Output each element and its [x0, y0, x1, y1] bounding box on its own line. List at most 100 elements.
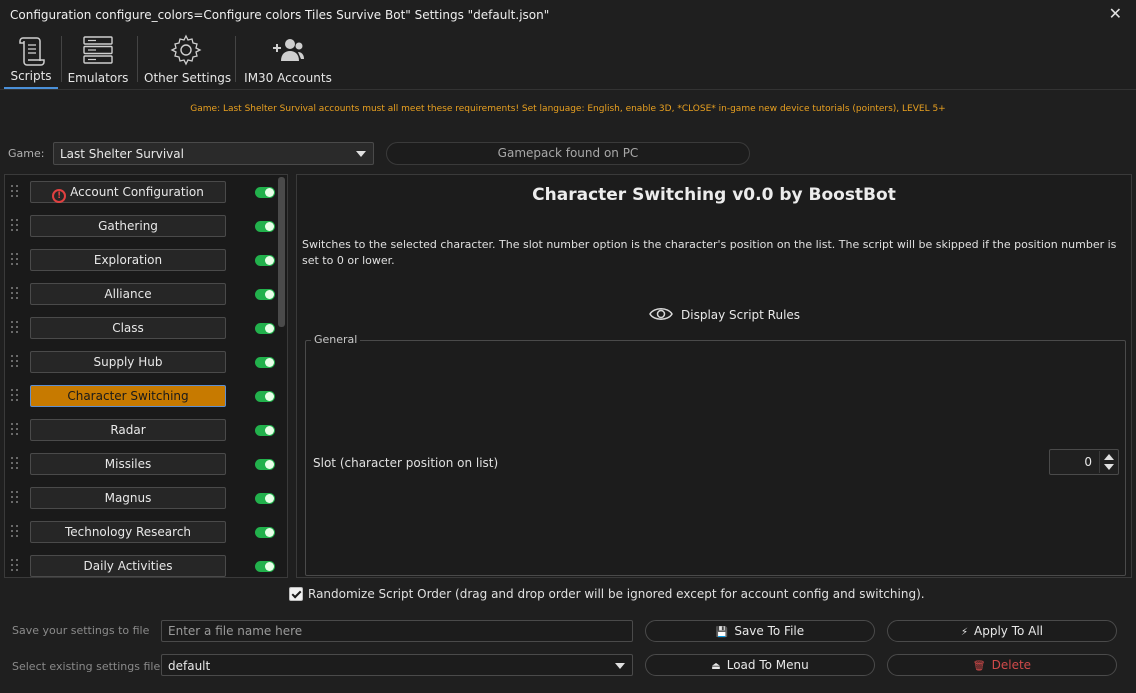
spin-down-icon[interactable] [1104, 464, 1114, 470]
load-to-menu-label: Load To Menu [726, 658, 809, 672]
script-toggle-class[interactable] [255, 323, 275, 334]
game-label: Game: [8, 147, 45, 160]
toolbar-divider [61, 36, 62, 82]
script-toggle-supply-hub[interactable] [255, 357, 275, 368]
script-button-class[interactable]: Class [30, 317, 226, 339]
script-detail: Character Switching v0.0 by BoostBot Swi… [296, 174, 1132, 578]
script-item-missiles: Missiles [5, 448, 277, 482]
script-button-alliance[interactable]: Alliance [30, 283, 226, 305]
chevron-down-icon [615, 663, 625, 669]
script-label: Alliance [104, 287, 152, 301]
tab-scripts-label: Scripts [10, 69, 52, 83]
spin-up-icon[interactable] [1104, 454, 1114, 460]
randomize-order-checkbox[interactable] [289, 587, 303, 601]
tab-im30-accounts-label: IM30 Accounts [244, 71, 332, 85]
server-icon [83, 36, 113, 64]
tab-other-settings[interactable]: Other Settings [144, 30, 231, 89]
script-title: Character Switching v0.0 by BoostBot [532, 185, 896, 205]
toggle-knob [265, 494, 274, 503]
drag-handle-icon[interactable] [11, 457, 21, 473]
script-list: ! Account Configuration Gathering Explorati… [4, 174, 288, 578]
settings-file-value: default [168, 659, 211, 673]
script-button-exploration[interactable]: Exploration [30, 249, 226, 271]
randomize-order-label: Randomize Script Order (drag and drop or… [308, 587, 925, 601]
toolbar-divider [137, 36, 138, 82]
script-toggle-exploration[interactable] [255, 255, 275, 266]
toggle-knob [265, 188, 274, 197]
file-name-input[interactable] [161, 620, 633, 642]
save-to-file-label: Save To File [734, 624, 805, 638]
game-select[interactable]: Last Shelter Survival [53, 142, 374, 165]
drag-handle-icon[interactable] [11, 287, 21, 303]
toggle-knob [265, 562, 274, 571]
lightning-icon: ⚡ [960, 627, 968, 638]
main-toolbar: Scripts Emulators Other Settings IM30 Ac… [0, 30, 1136, 90]
drag-handle-icon[interactable] [11, 423, 21, 439]
script-list-scrollbar[interactable] [277, 177, 286, 575]
script-toggle-character-switching[interactable] [255, 391, 275, 402]
drag-handle-icon[interactable] [11, 559, 21, 575]
close-icon[interactable]: ✕ [1109, 4, 1122, 24]
window-title: Configuration configure_colors=Configure… [10, 8, 550, 22]
drag-handle-icon[interactable] [11, 389, 21, 405]
save-to-file-button[interactable]: 💾 Save To File [645, 620, 875, 642]
scrollbar-thumb[interactable] [278, 177, 285, 327]
script-toggle-magnus[interactable] [255, 493, 275, 504]
drag-handle-icon[interactable] [11, 355, 21, 371]
script-button-daily-activities[interactable]: Daily Activities [30, 555, 226, 577]
script-button-radar[interactable]: Radar [30, 419, 226, 441]
script-button-account-configuration[interactable]: ! Account Configuration [30, 181, 226, 203]
tab-im30-accounts[interactable]: IM30 Accounts [242, 30, 334, 89]
tab-scripts[interactable]: Scripts [4, 30, 58, 89]
drag-handle-icon[interactable] [11, 219, 21, 235]
toggle-knob [265, 392, 274, 401]
load-to-menu-button[interactable]: ⏏ Load To Menu [645, 654, 875, 676]
users-icon [273, 39, 304, 61]
script-label: Radar [110, 423, 146, 437]
script-label: Account Configuration [70, 185, 204, 199]
script-button-gathering[interactable]: Gathering [30, 215, 226, 237]
settings-file-select[interactable]: default [161, 654, 633, 676]
slot-spinbox[interactable]: 0 [1049, 449, 1119, 475]
apply-to-all-button[interactable]: ⚡ Apply To All [887, 620, 1117, 642]
script-toggle-gathering[interactable] [255, 221, 275, 232]
script-item-supply-hub: Supply Hub [5, 346, 277, 380]
toggle-knob [265, 290, 274, 299]
script-button-supply-hub[interactable]: Supply Hub [30, 351, 226, 373]
script-button-technology-research[interactable]: Technology Research [30, 521, 226, 543]
delete-button[interactable]: 🗑 Delete [887, 654, 1117, 676]
script-button-magnus[interactable]: Magnus [30, 487, 226, 509]
trash-icon: 🗑 [972, 661, 986, 672]
drag-handle-icon[interactable] [11, 491, 21, 507]
script-label: Supply Hub [93, 355, 163, 369]
toggle-knob [265, 256, 274, 265]
select-settings-label: Select existing settings file [12, 660, 161, 673]
script-toggle-radar[interactable] [255, 425, 275, 436]
drag-handle-icon[interactable] [11, 525, 21, 541]
chevron-down-icon [356, 151, 366, 157]
toggle-knob [265, 358, 274, 367]
save-settings-label: Save your settings to file [12, 624, 150, 637]
script-button-missiles[interactable]: Missiles [30, 453, 226, 475]
script-toggle-technology-research[interactable] [255, 527, 275, 538]
drag-handle-icon[interactable] [11, 185, 21, 201]
tab-emulators[interactable]: Emulators [66, 30, 130, 89]
slot-value: 0 [1084, 455, 1092, 469]
script-label: Magnus [104, 491, 152, 505]
toolbar-divider [235, 36, 236, 82]
script-toggle-alliance[interactable] [255, 289, 275, 300]
script-item-class: Class [5, 312, 277, 346]
scroll-icon [19, 37, 45, 66]
script-label: Character Switching [67, 389, 189, 403]
gear-icon [170, 34, 202, 66]
toggle-knob [265, 324, 274, 333]
drag-handle-icon[interactable] [11, 253, 21, 269]
general-group-label: General [311, 333, 361, 346]
script-toggle-daily-activities[interactable] [255, 561, 275, 572]
delete-label: Delete [991, 658, 1032, 672]
script-toggle-account-configuration[interactable] [255, 187, 275, 198]
drag-handle-icon[interactable] [11, 321, 21, 337]
script-button-character-switching[interactable]: Character Switching [30, 385, 226, 407]
script-toggle-missiles[interactable] [255, 459, 275, 470]
eye-icon [649, 308, 673, 320]
